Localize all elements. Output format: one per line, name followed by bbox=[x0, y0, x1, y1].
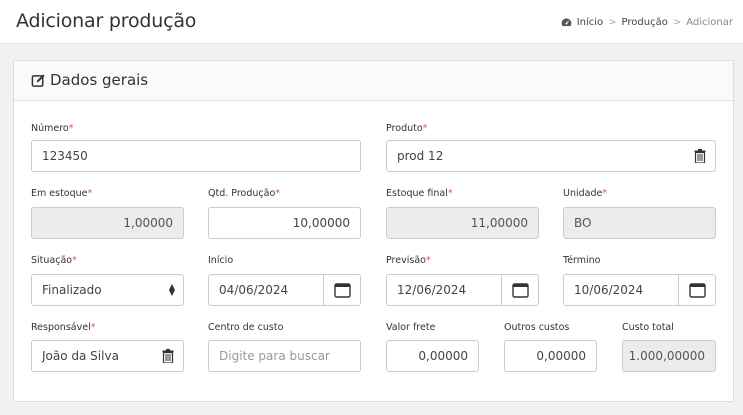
outros-custos-label: Outros custos bbox=[504, 322, 570, 333]
inicio-label: Início bbox=[208, 255, 234, 266]
page-title: Adicionar produção bbox=[16, 10, 197, 32]
previsao-calendar-button[interactable] bbox=[501, 274, 539, 306]
centro-custo-label: Centro de custo bbox=[208, 322, 284, 333]
estoque-final-field: 11,00000 bbox=[386, 207, 539, 239]
responsavel-field[interactable]: João da Silva bbox=[31, 340, 184, 372]
valor-frete-label: Valor frete bbox=[386, 322, 436, 333]
numero-field[interactable]: 123450 bbox=[31, 140, 361, 172]
termino-label: Término bbox=[563, 255, 601, 266]
general-data-card: Dados gerais Número* 123450 Produto* pro… bbox=[13, 60, 734, 402]
numero-label: Número* bbox=[31, 123, 74, 134]
qtd-producao-field[interactable]: 10,00000 bbox=[208, 207, 361, 239]
breadcrumb: Início > Produção > Adicionar bbox=[561, 17, 733, 28]
termino-date-input[interactable]: 10/06/2024 bbox=[563, 274, 679, 306]
valor-frete-field[interactable]: 0,00000 bbox=[386, 340, 479, 372]
card-title-text: Dados gerais bbox=[50, 71, 149, 89]
previsao-date-input[interactable]: 12/06/2024 bbox=[386, 274, 502, 306]
calendar-icon bbox=[511, 283, 529, 298]
inicio-date-input[interactable]: 04/06/2024 bbox=[208, 274, 324, 306]
breadcrumb-home[interactable]: Início bbox=[577, 17, 603, 28]
custo-total-label: Custo total bbox=[622, 322, 674, 333]
em-estoque-field: 1,00000 bbox=[31, 207, 184, 239]
breadcrumb-separator: > bbox=[608, 17, 617, 28]
breadcrumb-section[interactable]: Produção bbox=[622, 17, 668, 28]
inicio-calendar-button[interactable] bbox=[323, 274, 361, 306]
termino-calendar-button[interactable] bbox=[678, 274, 716, 306]
situacao-label: Situação* bbox=[31, 255, 77, 266]
outros-custos-field[interactable]: 0,00000 bbox=[504, 340, 597, 372]
qtd-producao-label: Qtd. Produção* bbox=[208, 188, 281, 199]
calendar-icon bbox=[333, 283, 351, 298]
calendar-icon bbox=[688, 283, 706, 298]
responsavel-label: Responsável* bbox=[31, 322, 96, 333]
trash-icon[interactable] bbox=[694, 149, 706, 163]
produto-label: Produto* bbox=[386, 123, 428, 134]
situacao-select[interactable]: Finalizado ▲ ▼ bbox=[31, 274, 184, 306]
breadcrumb-separator: > bbox=[672, 17, 682, 28]
edit-icon bbox=[31, 73, 45, 87]
card-title: Dados gerais bbox=[31, 71, 148, 89]
dashboard-icon bbox=[561, 18, 571, 27]
centro-custo-input[interactable]: Digite para buscar bbox=[208, 340, 361, 372]
estoque-final-label: Estoque final* bbox=[386, 188, 453, 199]
unidade-label: Unidade* bbox=[563, 188, 608, 199]
card-header: Dados gerais bbox=[14, 61, 733, 101]
breadcrumb-current: Adicionar bbox=[686, 17, 733, 28]
custo-total-field: 1.000,00000 bbox=[622, 340, 716, 372]
unidade-field: BO bbox=[563, 207, 716, 239]
produto-field[interactable]: prod 12 bbox=[386, 140, 716, 172]
select-arrows-icon: ▲ ▼ bbox=[168, 282, 175, 297]
trash-icon[interactable] bbox=[162, 349, 174, 363]
top-bar: Adicionar produção Início > Produção > A… bbox=[0, 0, 743, 44]
em-estoque-label: Em estoque* bbox=[31, 188, 93, 199]
previsao-label: Previsão* bbox=[386, 255, 431, 266]
